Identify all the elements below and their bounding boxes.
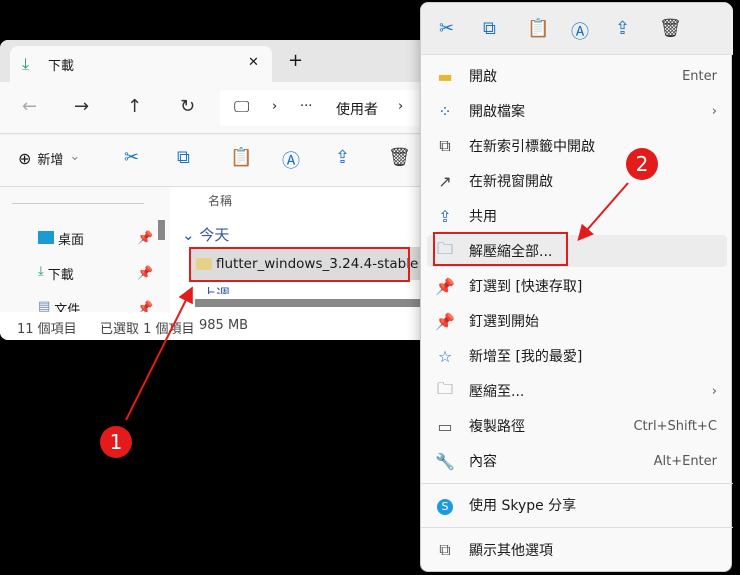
arrow-2	[577, 182, 629, 242]
arrow-1	[125, 286, 193, 421]
step-badge-1: 1	[100, 426, 132, 458]
step-badge-2: 2	[626, 148, 658, 180]
annotation-arrows	[125, 182, 629, 421]
